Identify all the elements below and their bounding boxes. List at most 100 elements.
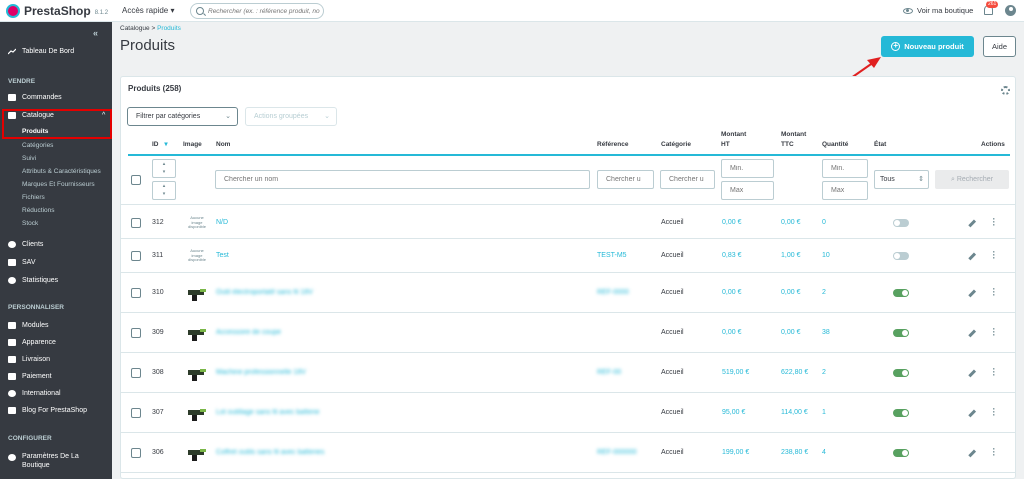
row-checkbox[interactable] [131, 368, 141, 378]
status-toggle[interactable] [893, 409, 909, 417]
reference-filter-input[interactable] [597, 170, 654, 189]
search-input[interactable] [208, 7, 320, 15]
id-min-stepper[interactable]: ▴ ▾ [152, 159, 176, 178]
column-price-ttc[interactable]: Montant TTC [781, 130, 806, 150]
more-options-icon[interactable]: · · · [992, 248, 996, 263]
sidebar-item-modules[interactable]: Modules [0, 322, 112, 329]
sidebar-item-dashboard[interactable]: Tableau De Bord [0, 48, 112, 55]
sidebar-item-blog[interactable]: Blog For PrestaShop [0, 407, 112, 414]
sidebar-item-orders[interactable]: Commandes [0, 94, 112, 101]
row-checkbox[interactable] [131, 328, 141, 338]
user-avatar-icon[interactable] [1005, 5, 1016, 16]
more-options-icon[interactable]: · · · [992, 215, 996, 230]
help-button[interactable]: Aide [983, 36, 1016, 57]
product-quantity[interactable]: 10 [822, 252, 830, 259]
row-checkbox[interactable] [131, 251, 141, 261]
product-price-ht[interactable]: 519,00 € [722, 369, 749, 376]
status-toggle[interactable] [893, 369, 909, 377]
product-quantity[interactable]: 38 [822, 329, 830, 336]
table-row[interactable]: 312 Aucune image disponible N/D Accueil … [121, 206, 1015, 239]
product-thumbnail[interactable] [185, 364, 209, 382]
table-row[interactable]: 311 Aucune image disponible Test TEST-M5… [121, 239, 1015, 273]
price-min-input[interactable] [721, 159, 774, 178]
product-price-ht[interactable]: 0,00 € [722, 329, 741, 336]
product-price-ttc[interactable]: 0,00 € [781, 289, 800, 296]
more-options-icon[interactable]: · · · [992, 325, 996, 340]
product-thumbnail[interactable] [185, 444, 209, 462]
product-price-ht[interactable]: 0,83 € [722, 252, 741, 259]
sidebar-item-shipping[interactable]: Livraison [0, 356, 112, 363]
sidebar-item-appearance[interactable]: Apparence [0, 339, 112, 346]
edit-pencil-icon[interactable] [968, 219, 976, 227]
sidebar-subitem-discounts[interactable]: Réductions [22, 207, 55, 214]
edit-pencil-icon[interactable] [968, 329, 976, 337]
product-quantity[interactable]: 2 [822, 369, 826, 376]
row-checkbox[interactable] [131, 448, 141, 458]
sidebar-subitem-categories[interactable]: Catégories [22, 142, 53, 149]
edit-pencil-icon[interactable] [968, 449, 976, 457]
product-price-ht[interactable]: 95,00 € [722, 409, 745, 416]
more-options-icon[interactable]: · · · [992, 365, 996, 380]
edit-pencil-icon[interactable] [968, 409, 976, 417]
column-price-ht[interactable]: Montant HT [721, 130, 746, 150]
product-quantity[interactable]: 0 [822, 219, 826, 226]
column-state[interactable]: État [874, 140, 886, 150]
status-toggle[interactable] [893, 329, 909, 337]
status-filter-select[interactable]: Tous ⇕ [874, 170, 929, 189]
product-quantity[interactable]: 1 [822, 409, 826, 416]
product-quantity[interactable]: 4 [822, 449, 826, 456]
quick-access-menu[interactable]: Accès rapide ▾ [122, 6, 174, 15]
edit-pencil-icon[interactable] [968, 289, 976, 297]
sidebar-item-shop-params[interactable]: Paramètres De La Boutique [0, 452, 112, 470]
product-price-ttc[interactable]: 0,00 € [781, 219, 800, 226]
sidebar-item-international[interactable]: International [0, 390, 112, 397]
edit-pencil-icon[interactable] [968, 252, 976, 260]
collapse-sidebar-icon[interactable]: « [93, 28, 98, 38]
table-row[interactable]: 306 Coffret outils sans fil avec batteri… [121, 433, 1015, 473]
more-options-icon[interactable]: · · · [992, 445, 996, 460]
sidebar-subitem-products[interactable]: Produits [22, 128, 48, 135]
status-toggle[interactable] [893, 252, 909, 260]
product-thumbnail[interactable] [185, 404, 209, 422]
product-name-link[interactable]: Machine professionnelle 18V [216, 369, 306, 376]
sidebar-subitem-stock[interactable]: Stock [22, 220, 38, 227]
view-shop-link[interactable]: Voir ma boutique [903, 6, 973, 15]
table-row[interactable]: 308 Machine professionnelle 18V REF-00 A… [121, 353, 1015, 393]
product-price-ttc[interactable]: 0,00 € [781, 329, 800, 336]
column-category[interactable]: Catégorie [661, 140, 691, 150]
sidebar-item-customers[interactable]: Clients [0, 241, 112, 248]
sidebar-item-catalog[interactable]: Catalogue [0, 112, 112, 119]
column-id[interactable]: ID ▾ [152, 140, 168, 150]
product-name-link[interactable]: N/D [216, 219, 228, 226]
breadcrumb-root[interactable]: Catalogue [120, 25, 150, 32]
new-product-button[interactable]: + Nouveau produit [881, 36, 974, 57]
product-quantity[interactable]: 2 [822, 289, 826, 296]
quantity-min-input[interactable] [822, 159, 868, 178]
sidebar-item-sav[interactable]: SAV [0, 259, 112, 266]
sidebar-subitem-brands[interactable]: Marques Et Fournisseurs [22, 181, 95, 188]
table-row[interactable]: 309 Accessoire de coupe Accueil 0,00 € 0… [121, 313, 1015, 353]
breadcrumb-current[interactable]: Produits [157, 25, 181, 32]
product-name-link[interactable]: Lot outillage sans fil avec batterie [216, 409, 320, 416]
product-name-link[interactable]: Coffret outils sans fil avec batteries [216, 449, 324, 456]
product-price-ht[interactable]: 0,00 € [722, 289, 741, 296]
product-price-ttc[interactable]: 622,80 € [781, 369, 808, 376]
bulk-actions-dropdown[interactable]: Actions groupées ⌄ [245, 107, 337, 126]
edit-pencil-icon[interactable] [968, 369, 976, 377]
column-quantity[interactable]: Quantité [822, 140, 848, 150]
sidebar-item-payment[interactable]: Paiement [0, 373, 112, 380]
product-price-ttc[interactable]: 114,00 € [781, 409, 808, 416]
status-toggle[interactable] [893, 289, 909, 297]
prestashop-logo[interactable]: PrestaShop 8.1.2 [6, 4, 108, 18]
search-button[interactable]: ⌕ Rechercher [935, 170, 1009, 189]
product-name-link[interactable]: Outil électroportatif sans fil 18V [216, 289, 313, 296]
price-max-input[interactable] [721, 181, 774, 200]
category-filter-input[interactable] [660, 170, 715, 189]
name-filter-input[interactable] [215, 170, 590, 189]
product-price-ht[interactable]: 199,00 € [722, 449, 749, 456]
sidebar-item-stats[interactable]: Statistiques [0, 277, 112, 284]
quantity-max-input[interactable] [822, 181, 868, 200]
sidebar-subitem-tracking[interactable]: Suivi [22, 155, 36, 162]
product-thumbnail[interactable] [185, 284, 209, 302]
product-price-ttc[interactable]: 1,00 € [781, 252, 800, 259]
